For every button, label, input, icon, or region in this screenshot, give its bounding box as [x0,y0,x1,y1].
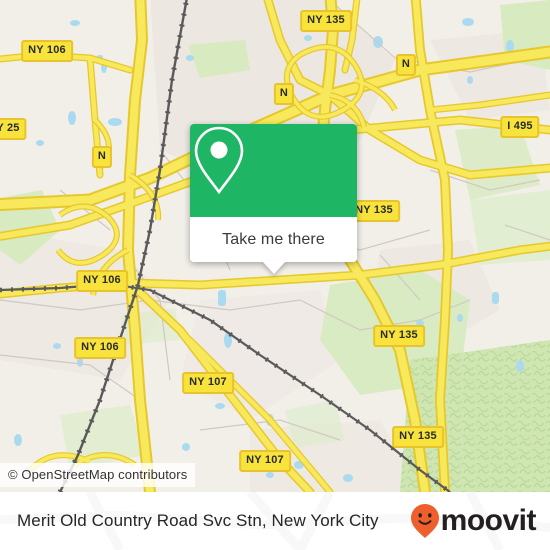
moovit-logo[interactable]: moovit [410,503,537,539]
road-shield: NY 106 [76,270,128,292]
destination-popup-card[interactable]: Take me there [190,124,357,274]
popup-tail [261,261,286,274]
place-title: Merit Old Country Road Svc Stn, New York… [17,511,379,530]
road-shield: Y 25 [0,118,27,140]
road-shield: NY 106 [21,40,73,62]
road-shield: NY 135 [300,10,352,32]
road-shield: N [273,83,295,105]
road-shield: NY 135 [373,325,425,347]
moovit-pin-icon [410,504,439,538]
road-shield: I 495 [500,116,540,138]
road-shield: N [91,146,113,168]
take-me-there-label: Take me there [222,230,325,248]
moovit-map-screen: NY 106 NY 135 N N Y 25 I 495 N NY 135 NY 106 NY 1… [0,0,550,550]
road-shield: NY 107 [239,450,291,472]
popup-header [190,124,357,217]
road-shield: NY 107 [182,372,234,394]
moovit-wordmark: moovit [440,504,537,537]
road-shield: N [395,54,417,76]
osm-attribution[interactable]: © OpenStreetMap contributors [0,463,196,487]
popup-footer[interactable]: Take me there [190,217,357,274]
map-pin-icon [194,126,244,195]
map-canvas[interactable]: NY 106 NY 135 N N Y 25 I 495 N NY 135 NY 106 NY 1… [0,0,550,492]
road-shield: NY 135 [392,426,444,448]
bottom-info-bar: Merit Old Country Road Svc Stn, New York… [0,492,550,550]
road-shield: NY 106 [74,337,126,359]
